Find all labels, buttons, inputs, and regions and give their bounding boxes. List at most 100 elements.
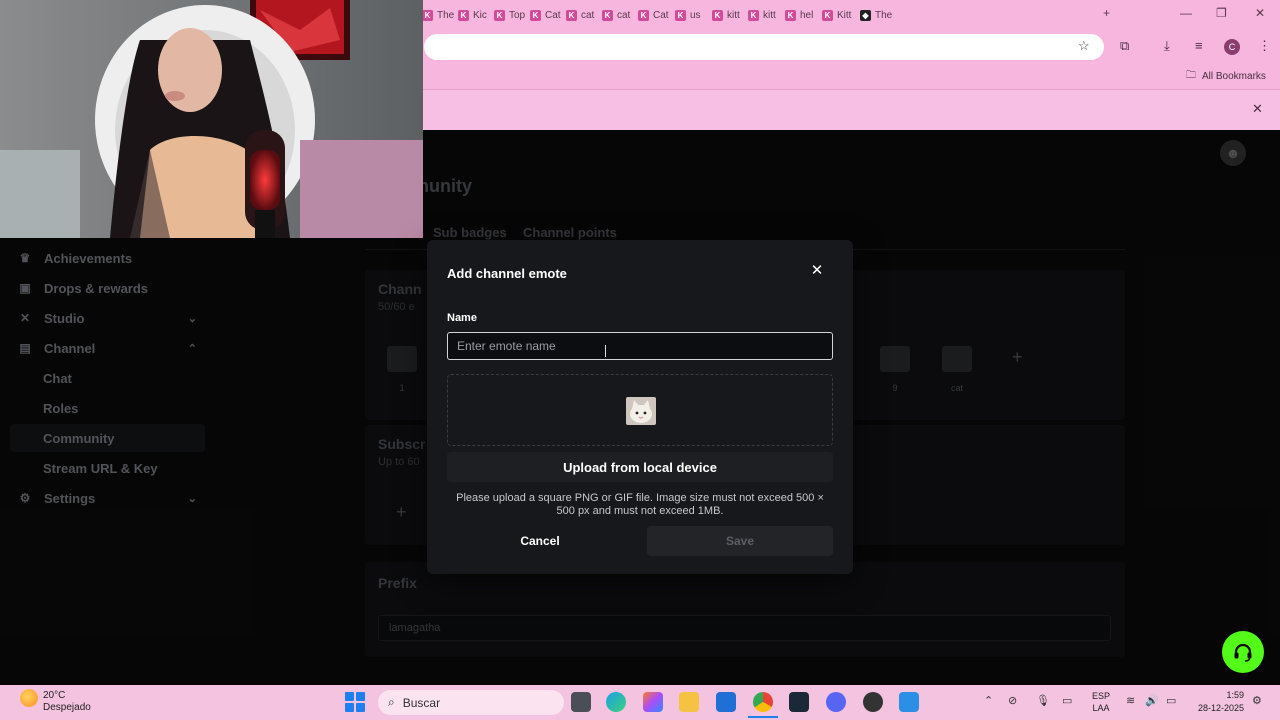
tab-title: Cat [545, 9, 561, 21]
taskbar-search[interactable]: ⌕ Buscar [378, 690, 564, 715]
edge-icon[interactable] [606, 692, 626, 712]
tab-title: kitt [727, 9, 740, 21]
chrome-icon[interactable] [753, 692, 773, 712]
windows-logo-icon [345, 692, 354, 701]
diamond-icon: ◆ [860, 9, 871, 21]
browser-tab[interactable]: K Kic [458, 5, 494, 25]
bookmark-star-icon[interactable]: ☆ [1078, 38, 1090, 54]
headset-icon [1234, 643, 1252, 662]
kick-k-icon: K [748, 9, 759, 21]
active-app-indicator [748, 716, 778, 718]
restore-button[interactable]: ❐ [1216, 6, 1227, 20]
chat-icon[interactable]: ▭ [1062, 694, 1072, 707]
tab-title: cat [581, 9, 595, 21]
copilot-icon[interactable] [643, 692, 663, 712]
minimize-button[interactable]: — [1180, 6, 1192, 20]
network-off-icon[interactable]: ⊘ [1008, 694, 1017, 707]
search-icon: ⌕ [388, 695, 395, 709]
kick-k-icon: K [638, 9, 649, 21]
cat-emote-preview-image [626, 397, 656, 425]
tab-title: Kitt [837, 9, 852, 21]
folder-icon: 🗀 [1186, 70, 1196, 81]
kick-k-icon: K [785, 9, 796, 21]
browser-tab[interactable]: Kkitt [748, 5, 784, 25]
chevron-up-icon[interactable]: ⌃ [984, 694, 993, 707]
weather-temperature[interactable]: 20°C [43, 690, 65, 701]
clock-time[interactable]: 1:59 [1206, 690, 1244, 700]
kick-k-icon: K [566, 9, 577, 21]
browser-tab[interactable]: K Cat [638, 5, 674, 25]
weather-sun-icon[interactable] [20, 689, 38, 707]
close-icon[interactable]: ✕ [809, 263, 825, 279]
add-emote-dialog: Add channel emote ✕ Name Upload from loc… [427, 240, 853, 574]
tab-title: Top [509, 9, 526, 21]
kick-k-icon: K [422, 9, 433, 21]
tab-title: hel [800, 9, 814, 21]
close-banner-icon[interactable]: ✕ [1252, 101, 1263, 117]
tab-title: us [690, 9, 701, 21]
webcam-feed-image [0, 0, 423, 238]
kick-k-icon: K [458, 9, 469, 21]
text-cursor-icon [605, 345, 606, 357]
media-controls-icon[interactable]: ≡ [1195, 38, 1203, 53]
task-view-icon[interactable] [571, 692, 591, 712]
tab-title: Cat [653, 9, 669, 21]
language-indicator[interactable]: ESP LAA [1092, 690, 1110, 714]
emote-drop-zone[interactable] [447, 374, 833, 446]
save-button[interactable]: Save [647, 526, 833, 556]
kick-k-icon: K [712, 9, 723, 21]
browser-tab[interactable]: Khel [785, 5, 821, 25]
tab-title: kitt [763, 9, 776, 21]
microphone-icon[interactable]: 🎙 [1036, 694, 1050, 707]
omnibox[interactable] [424, 34, 1104, 60]
new-tab-button[interactable]: + [1103, 6, 1110, 20]
wifi-icon[interactable]: ≋ [1126, 694, 1135, 707]
obs-icon[interactable] [863, 692, 883, 712]
all-bookmarks-label: All Bookmarks [1202, 71, 1266, 82]
browser-menu-icon[interactable]: ⋮ [1258, 38, 1271, 54]
language-code: ESP [1092, 691, 1111, 701]
help-button[interactable] [1222, 631, 1264, 673]
weather-description[interactable]: Despejado [43, 702, 91, 713]
browser-tab[interactable]: Kcat [566, 5, 602, 25]
cancel-button[interactable]: Cancel [447, 526, 633, 556]
tab-title: cat [617, 9, 631, 21]
store-icon[interactable] [716, 692, 736, 712]
clock-date[interactable]: 28-12-2025 [1190, 703, 1244, 713]
notification-icon[interactable]: ⚙ [1252, 694, 1262, 707]
browser-tab[interactable]: Kkitt [712, 5, 748, 25]
keyboard-layout: LAA [1092, 703, 1110, 713]
browser-tab[interactable]: Kcat [602, 5, 638, 25]
browser-tab[interactable]: K Kitt [822, 5, 858, 25]
kick-k-icon: K [494, 9, 505, 21]
close-window-button[interactable]: ✕ [1255, 6, 1265, 20]
browser-tab[interactable]: K Top [494, 5, 530, 25]
photos-icon[interactable] [899, 692, 919, 712]
kick-k-icon: K [602, 9, 613, 21]
volume-icon[interactable]: 🔊 [1145, 694, 1159, 707]
name-label: Name [447, 312, 477, 324]
file-explorer-icon[interactable] [679, 692, 699, 712]
discord-icon[interactable] [826, 692, 846, 712]
all-bookmarks-button[interactable]: 🗀 All Bookmarks [1186, 68, 1266, 85]
browser-tab[interactable]: K Cat [530, 5, 566, 25]
steam-icon[interactable] [789, 692, 809, 712]
upload-hint: Please upload a square PNG or GIF file. … [456, 492, 824, 517]
webcam-overlay [0, 0, 423, 238]
extensions-icon[interactable]: ⧉ [1120, 38, 1129, 54]
search-label: Buscar [402, 695, 441, 710]
kick-k-icon: K [822, 9, 833, 21]
battery-icon[interactable]: ▭ [1166, 694, 1176, 707]
profile-avatar[interactable]: C [1224, 39, 1240, 55]
downloads-icon[interactable]: ⤓ [1164, 38, 1170, 54]
browser-tab[interactable]: K The [422, 5, 458, 25]
emote-name-input[interactable] [447, 332, 833, 360]
start-button[interactable] [345, 692, 365, 712]
browser-tab[interactable]: Kus [675, 5, 711, 25]
browser-tab[interactable]: ◆ The [860, 5, 896, 25]
tab-title: The [437, 9, 455, 21]
windows-taskbar [0, 685, 1280, 720]
tab-title: Kic [473, 9, 487, 21]
tab-title: The [875, 9, 893, 21]
upload-button[interactable]: Upload from local device [447, 452, 833, 482]
